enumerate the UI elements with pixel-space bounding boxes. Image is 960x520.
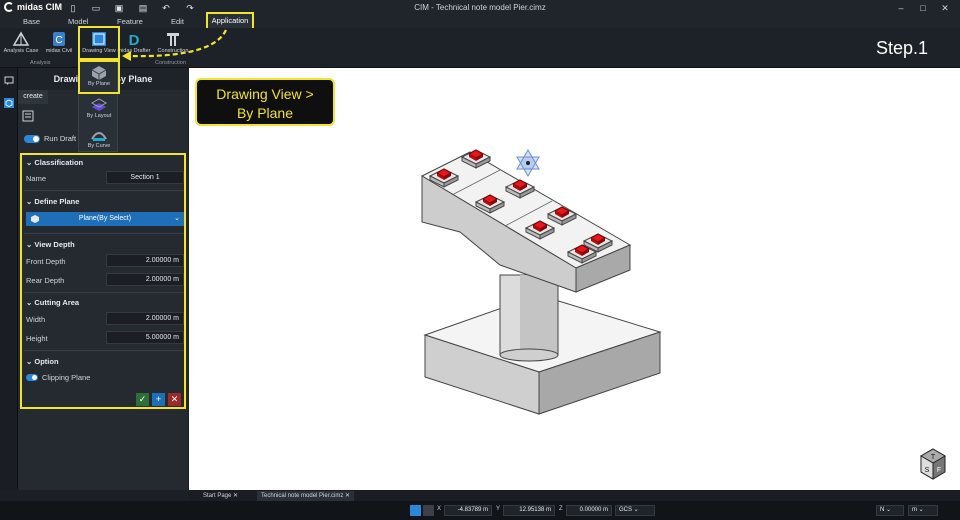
menu-model[interactable]: Model [68, 17, 88, 26]
document-tabs: Start Page ✕ Technical note model Pier.c… [189, 490, 960, 501]
width-input[interactable]: 2.00000 m [106, 312, 184, 325]
dropdown-item-by-layout[interactable]: By Layout [79, 95, 119, 123]
y-label: Y [496, 506, 501, 512]
z-coordinate-field: 0.00000 m [566, 505, 612, 516]
tab-create[interactable]: create [18, 90, 48, 104]
redo-icon[interactable]: ↷ [185, 3, 195, 13]
app-logo: midas CIM [4, 2, 62, 12]
chat-icon[interactable] [4, 76, 14, 86]
left-tool-strip [0, 68, 18, 490]
option-header[interactable]: ⌄ Option [26, 357, 59, 366]
step-label: Step.1 [876, 38, 929, 58]
plane-select[interactable]: Plane(By Select) ⌄ [26, 212, 184, 226]
menu-feature[interactable]: Feature [117, 17, 143, 26]
height-label: Height [26, 334, 48, 343]
save-as-icon[interactable]: ▤ [138, 3, 148, 13]
group-label-analysis: Analysis [30, 60, 51, 66]
list-icon[interactable] [22, 110, 34, 122]
length-unit-select[interactable]: m ⌄ [908, 505, 938, 516]
pivot-gizmo-icon[interactable] [516, 149, 540, 177]
menu-edit[interactable]: Edit [171, 17, 184, 26]
toggle-switch-icon [26, 374, 38, 381]
divider [24, 292, 184, 293]
x-coordinate-field: -4.83789 m [444, 505, 492, 516]
classification-header[interactable]: ⌄ Classification [26, 158, 83, 167]
cancel-button[interactable]: ✕ [168, 393, 181, 406]
maximize-icon[interactable]: □ [916, 2, 930, 14]
new-file-icon[interactable]: ▯ [68, 3, 78, 13]
z-label: Z [559, 506, 563, 512]
measure-icon[interactable] [423, 505, 434, 516]
toggle-switch-icon [24, 134, 40, 143]
name-input[interactable]: Section 1 [106, 171, 184, 184]
midas-civil-button[interactable]: C midas Civil [39, 31, 79, 59]
cube-settings-icon[interactable] [4, 98, 14, 108]
close-tab-icon[interactable]: ✕ [345, 493, 350, 499]
add-button[interactable]: + [152, 393, 165, 406]
divider [24, 233, 184, 234]
open-folder-icon[interactable]: ▭ [91, 3, 101, 13]
title-bar: midas CIM ▯ ▭ ▣ ▤ ↶ ↷ CIM - Technical no… [0, 0, 960, 16]
analysis-case-icon [12, 31, 30, 46]
snap-icon[interactable] [410, 505, 421, 516]
undo-icon[interactable]: ↶ [161, 3, 171, 13]
instruction-callout: Drawing View > By Plane [195, 78, 335, 126]
minimize-icon[interactable]: – [894, 2, 908, 14]
width-label: Width [26, 315, 46, 324]
dropdown-item-by-curve[interactable]: By Curve [79, 125, 119, 153]
menu-base[interactable]: Base [23, 17, 40, 26]
front-depth-label: Front Depth [26, 257, 66, 266]
by-curve-icon [91, 132, 107, 141]
y-coordinate-field: 12.95138 m [503, 505, 555, 516]
rear-depth-label: Rear Depth [26, 276, 65, 285]
svg-text:T: T [931, 454, 936, 461]
3d-viewport[interactable]: T S F [189, 68, 960, 490]
svg-text:S: S [925, 467, 930, 474]
by-layout-icon [90, 98, 108, 111]
front-depth-input[interactable]: 2.00000 m [106, 254, 184, 267]
pointer-arrow [122, 29, 227, 61]
clipping-plane-toggle[interactable]: Clipping Plane [26, 373, 90, 382]
midas-civil-icon: C [53, 32, 65, 46]
analysis-case-button[interactable]: Analysis Case [1, 31, 41, 59]
force-unit-select[interactable]: N ⌄ [876, 505, 904, 516]
cube-icon [31, 215, 39, 223]
callout-line-2: By Plane [236, 105, 294, 121]
by-plane-highlight [78, 60, 120, 94]
view-depth-header[interactable]: ⌄ View Depth [26, 240, 75, 249]
logo-icon [4, 2, 14, 12]
chevron-down-icon: ⌄ [174, 215, 180, 222]
window-title: CIM - Technical note model Pier.cimz [414, 3, 546, 12]
divider [24, 350, 184, 351]
tab-start-page[interactable]: Start Page ✕ [199, 491, 242, 501]
app-window: midas CIM ▯ ▭ ▣ ▤ ↶ ↷ CIM - Technical no… [0, 0, 960, 520]
height-input[interactable]: 5.00000 m [106, 331, 184, 344]
confirm-button[interactable]: ✓ [136, 393, 149, 406]
drawing-view-highlight [78, 26, 120, 60]
app-name: midas CIM [17, 2, 63, 12]
svg-text:C: C [55, 35, 62, 46]
svg-text:F: F [937, 467, 941, 474]
close-tab-icon[interactable]: ✕ [233, 493, 238, 499]
run-draft-toggle[interactable]: Run Draft [24, 134, 76, 143]
tab-technical-note-model[interactable]: Technical note model Pier.cimz ✕ [257, 491, 355, 501]
close-icon[interactable]: ✕ [938, 2, 952, 14]
view-cube-icon[interactable]: T S F [920, 448, 946, 480]
properties-section: ⌄ Classification Name Section 1 ⌄ Define… [20, 153, 186, 409]
status-bar: X -4.83789 m Y 12.95138 m Z 0.00000 m GC… [0, 501, 960, 520]
coordinate-system-select[interactable]: GCS ⌄ [615, 505, 655, 516]
rear-depth-input[interactable]: 2.00000 m [106, 273, 184, 286]
name-label: Name [26, 174, 47, 183]
divider [24, 190, 184, 191]
callout-line-1: Drawing View > [216, 86, 314, 102]
pier-model: T S F [420, 149, 946, 480]
cutting-area-header[interactable]: ⌄ Cutting Area [26, 298, 79, 307]
define-plane-header[interactable]: ⌄ Define Plane [26, 197, 79, 206]
save-icon[interactable]: ▣ [114, 3, 124, 13]
x-label: X [437, 506, 442, 512]
